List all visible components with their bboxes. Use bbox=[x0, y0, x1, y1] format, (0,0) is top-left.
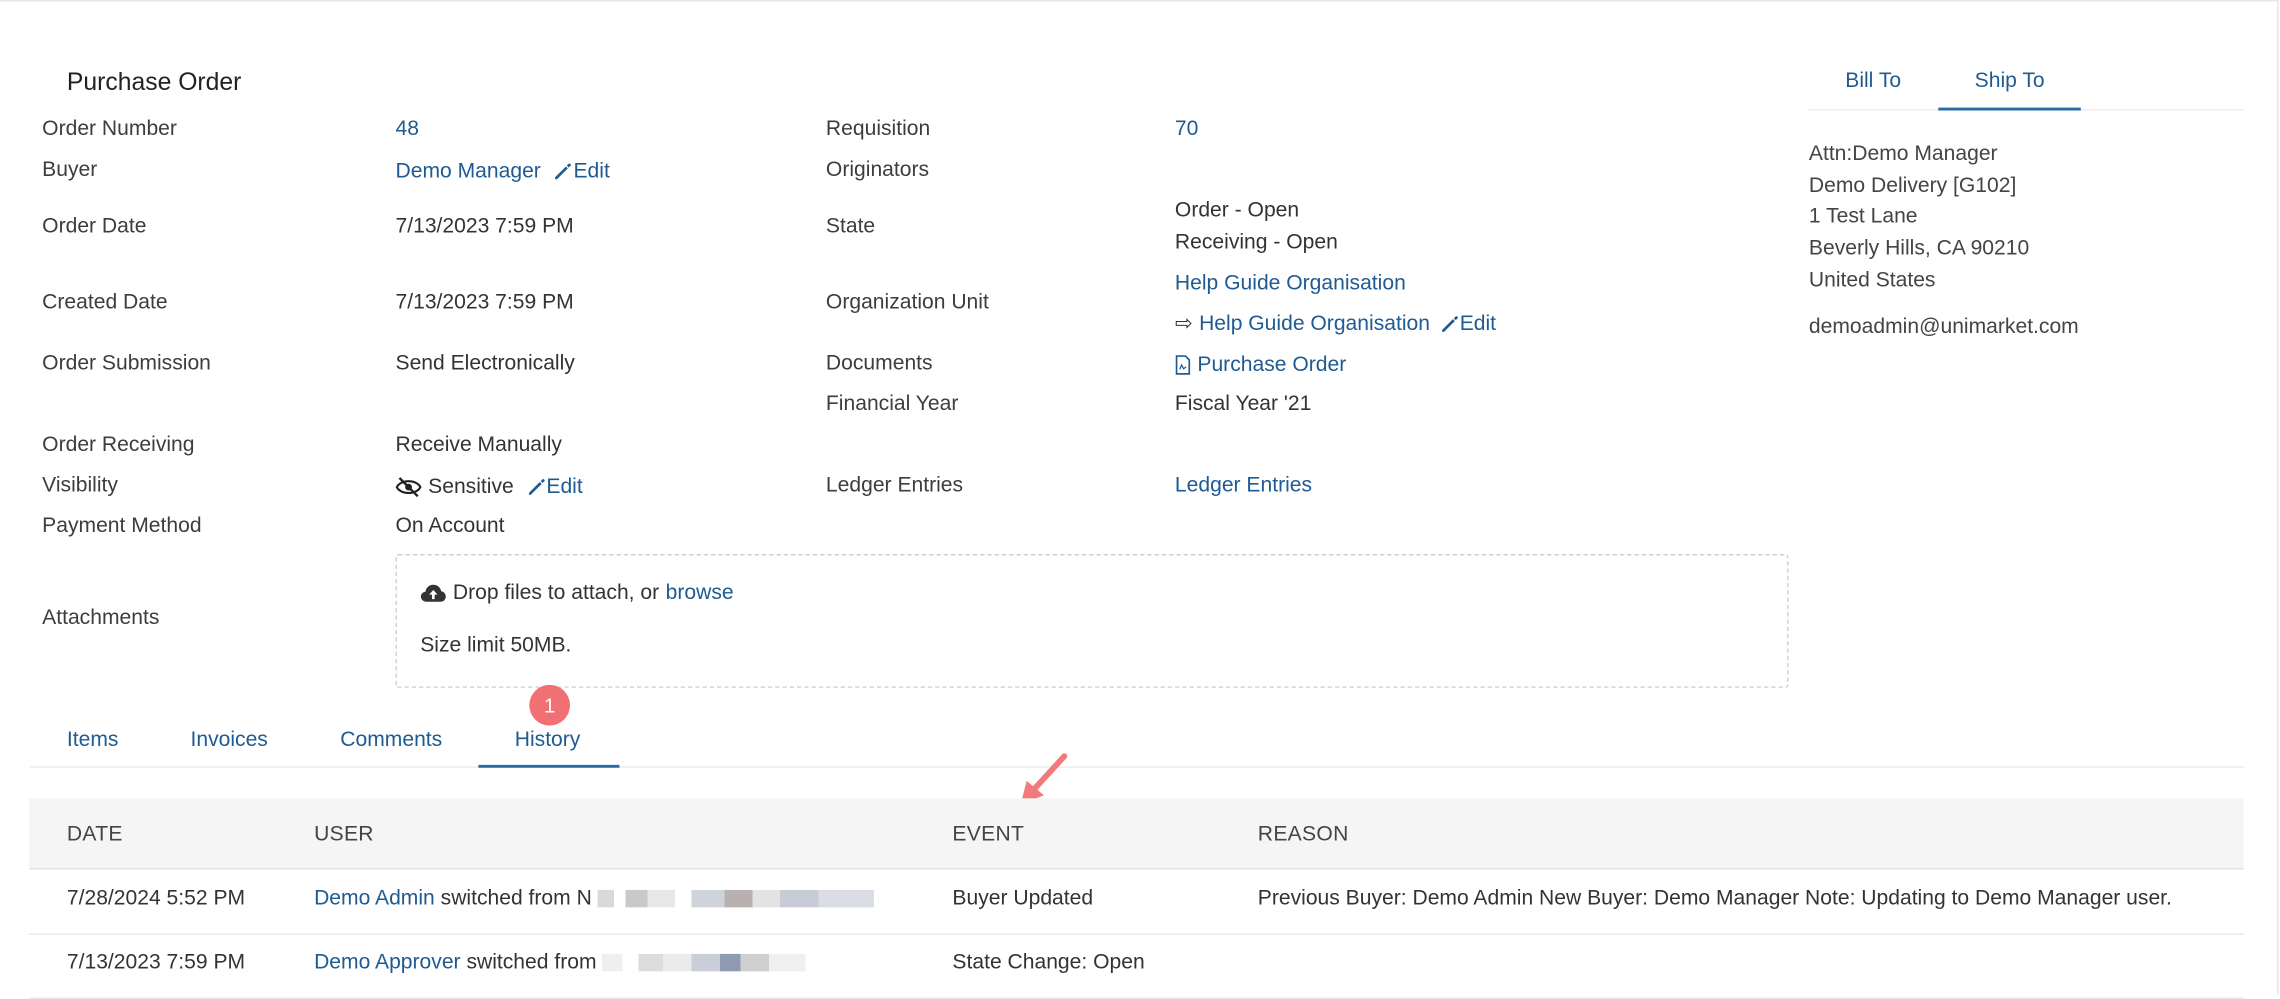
documents-value-group: Purchase Order bbox=[1175, 352, 1346, 378]
payment-method-value: On Account bbox=[395, 514, 505, 539]
originators-label: Originators bbox=[825, 158, 930, 182]
buyer-value-group: Demo Manager Edit bbox=[396, 158, 610, 184]
tab-history[interactable]: History bbox=[515, 729, 581, 752]
ship-to-active-indicator bbox=[1938, 107, 2081, 111]
pencil-icon bbox=[555, 163, 572, 180]
row-user-suffix: switched from N bbox=[440, 887, 592, 911]
order-date-value: 7/13/2023 7:59 PM bbox=[395, 215, 574, 239]
created-date-value: 7/13/2023 7:59 PM bbox=[395, 290, 574, 315]
org-unit-child-link[interactable]: Help Guide Organisation bbox=[1199, 313, 1430, 336]
buyer-edit-label: Edit bbox=[573, 159, 610, 184]
column-event[interactable]: EVENT bbox=[952, 823, 1024, 846]
row-user-group: Demo Approver switched from bbox=[314, 951, 806, 974]
tab-items[interactable]: Items bbox=[67, 729, 119, 752]
tab-comments[interactable]: Comments bbox=[340, 729, 442, 752]
arrow-right-icon: ⇨ bbox=[1174, 312, 1193, 336]
row-user-group: Demo Admin switched from N bbox=[314, 887, 874, 910]
state-order-value: Order - Open bbox=[1174, 199, 1300, 223]
attachments-label: Attachments bbox=[42, 606, 160, 630]
dropzone-text-row: Drop files to attach, or browse bbox=[420, 580, 734, 606]
tab-bill-to[interactable]: Bill To bbox=[1845, 70, 1901, 93]
row-user-suffix: switched from bbox=[466, 950, 597, 975]
payment-method-label: Payment Method bbox=[42, 514, 202, 539]
order-submission-label: Order Submission bbox=[42, 351, 211, 376]
table-row: 7/28/2024 5:52 PM Demo Admin switched fr… bbox=[29, 870, 2244, 935]
size-limit-text: Size limit 50MB. bbox=[420, 633, 572, 658]
address-line-country: United States bbox=[1808, 269, 1936, 293]
eye-slash-icon bbox=[395, 476, 422, 497]
org-unit-edit-button[interactable]: Edit bbox=[1439, 313, 1496, 336]
row-event: State Change: Open bbox=[952, 950, 1145, 975]
financial-year-label: Financial Year bbox=[825, 392, 959, 416]
address-email: demoadmin@unimarket.com bbox=[1808, 315, 2079, 339]
tab-invoices[interactable]: Invoices bbox=[190, 729, 267, 752]
table-row: 7/13/2023 7:59 PM Demo Approver switched… bbox=[29, 934, 2244, 999]
row-date: 7/13/2023 7:59 PM bbox=[66, 950, 246, 975]
order-number-label: Order Number bbox=[42, 117, 177, 142]
buyer-link[interactable]: Demo Manager bbox=[396, 160, 541, 183]
step-badge: 1 bbox=[529, 684, 571, 726]
address-line-city: Beverly Hills, CA 90210 bbox=[1808, 237, 2030, 261]
buyer-edit-button[interactable]: Edit bbox=[553, 160, 610, 183]
row-event: Buyer Updated bbox=[952, 887, 1094, 911]
visibility-value-group: Sensitive Edit bbox=[395, 474, 583, 500]
visibility-edit-label: Edit bbox=[546, 475, 583, 499]
row-user-link[interactable]: Demo Approver bbox=[314, 951, 461, 974]
dropzone-text: Drop files to attach, or bbox=[452, 581, 660, 605]
redacted-user bbox=[597, 890, 874, 908]
tabs-divider bbox=[29, 766, 2244, 768]
row-date: 7/28/2024 5:52 PM bbox=[66, 887, 246, 911]
row-reason: Previous Buyer: Demo Admin New Buyer: De… bbox=[1257, 887, 2172, 911]
requisition-label: Requisition bbox=[825, 117, 931, 142]
pdf-file-icon bbox=[1175, 354, 1191, 375]
row-user-link[interactable]: Demo Admin bbox=[314, 887, 435, 910]
address-line-street: 1 Test Lane bbox=[1808, 205, 1918, 229]
redacted-user bbox=[602, 954, 806, 972]
created-date-label: Created Date bbox=[42, 290, 168, 315]
history-table-header: DATE USER EVENT REASON bbox=[29, 798, 2244, 870]
page-title: Purchase Order bbox=[66, 68, 242, 96]
column-date[interactable]: DATE bbox=[67, 823, 123, 846]
state-label: State bbox=[825, 215, 876, 239]
history-active-indicator bbox=[478, 764, 620, 768]
address-line-delivery: Demo Delivery [G102] bbox=[1808, 174, 2017, 198]
order-submission-value: Send Electronically bbox=[395, 351, 575, 376]
state-receiving-value: Receiving - Open bbox=[1174, 231, 1338, 255]
pencil-icon bbox=[1441, 316, 1458, 333]
buyer-label: Buyer bbox=[42, 158, 98, 182]
org-unit-label: Organization Unit bbox=[825, 290, 989, 315]
requisition-link[interactable]: 70 bbox=[1175, 118, 1198, 141]
visibility-edit-button[interactable]: Edit bbox=[526, 475, 583, 499]
column-user[interactable]: USER bbox=[314, 823, 374, 846]
purchase-order-card: Purchase Order Order Number Buyer Order … bbox=[0, 0, 2279, 999]
purchase-order-document-link[interactable]: Purchase Order bbox=[1197, 353, 1346, 376]
tab-ship-to[interactable]: Ship To bbox=[1975, 70, 2045, 93]
org-unit-edit-label: Edit bbox=[1459, 312, 1497, 336]
org-unit-link[interactable]: Help Guide Organisation bbox=[1175, 272, 1406, 295]
column-reason[interactable]: REASON bbox=[1258, 823, 1349, 846]
address-line-attn: Attn:Demo Manager bbox=[1808, 142, 1998, 166]
visibility-value: Sensitive bbox=[428, 475, 514, 499]
order-date-label: Order Date bbox=[42, 215, 147, 239]
attachments-dropzone[interactable]: Drop files to attach, or browse Size lim… bbox=[395, 554, 1789, 688]
visibility-label: Visibility bbox=[42, 474, 118, 498]
pencil-icon bbox=[528, 479, 545, 496]
org-unit-child-group: ⇨ Help Guide Organisation Edit bbox=[1175, 311, 1496, 337]
order-number-link[interactable]: 48 bbox=[396, 118, 419, 141]
documents-label: Documents bbox=[825, 351, 933, 376]
browse-link[interactable]: browse bbox=[666, 582, 734, 605]
financial-year-value: Fiscal Year '21 bbox=[1174, 392, 1312, 416]
ledger-entries-label: Ledger Entries bbox=[825, 474, 964, 498]
order-receiving-label: Order Receiving bbox=[42, 433, 195, 457]
ledger-entries-link[interactable]: Ledger Entries bbox=[1175, 474, 1312, 497]
order-receiving-value: Receive Manually bbox=[395, 433, 562, 457]
cloud-upload-icon bbox=[420, 584, 446, 602]
